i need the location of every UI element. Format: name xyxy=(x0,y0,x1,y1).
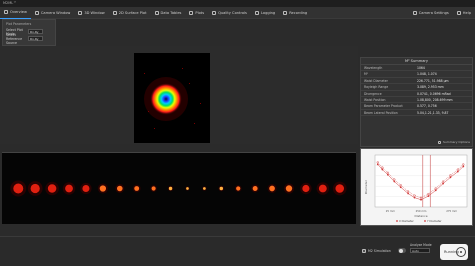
analyze-mode: Analyze Mode Auto xyxy=(410,243,432,253)
beam-camera-view xyxy=(134,53,210,143)
x-diameter-point xyxy=(442,182,444,185)
record-icon xyxy=(283,10,288,15)
logging-icon xyxy=(254,10,259,15)
simulation-icon xyxy=(362,249,366,253)
strip-spot xyxy=(99,185,107,192)
x-diameter-point xyxy=(381,168,384,171)
strip-spot xyxy=(302,184,310,193)
running-button[interactable]: Running xyxy=(440,244,468,260)
x-diameter-point xyxy=(413,196,416,199)
strip-spot xyxy=(318,184,327,193)
x-diameter-point xyxy=(449,176,452,179)
tab-logging[interactable]: Logging xyxy=(251,7,279,19)
cube-icon xyxy=(78,10,83,15)
summary-options-button[interactable]: Summary Options xyxy=(437,140,470,144)
strip-spot xyxy=(13,183,24,194)
camera-settings-button[interactable]: Camera Settings xyxy=(409,7,453,19)
plot-legend: X Diameter Y Diameter xyxy=(396,219,442,223)
x-tick-label: 25 mm xyxy=(386,209,396,213)
m2-simulation-toggle[interactable] xyxy=(398,248,406,253)
strip-spot xyxy=(219,186,224,191)
analyze-mode-select[interactable]: Auto xyxy=(410,248,430,253)
plot-xlabel: Distance xyxy=(414,214,427,218)
x-diameter-point xyxy=(462,165,465,168)
tab-camera-window[interactable]: Camera Window xyxy=(31,7,74,19)
m2-plot: Diameter Distance 25 mm 250 mm 275 mm X Di… xyxy=(364,154,468,223)
strip-spot xyxy=(186,187,189,190)
strip-spot xyxy=(236,186,241,191)
m2-simulation-control[interactable]: M2 Simulation xyxy=(362,249,391,253)
surface-plot-icon xyxy=(112,10,117,15)
x-diameter-point xyxy=(386,173,389,176)
plot-icon xyxy=(189,10,194,15)
tab-quality-controls[interactable]: Quality Controls xyxy=(208,7,251,19)
strip-spot xyxy=(202,187,206,190)
strip-spot xyxy=(252,186,258,191)
camera-icon xyxy=(34,10,39,15)
legend-swatch xyxy=(424,220,426,222)
beam-caustic-strip xyxy=(2,152,356,224)
help-icon xyxy=(456,10,461,15)
strip-spot xyxy=(47,184,57,193)
x-diameter-point xyxy=(456,170,459,173)
reference-source-label: Select Reference Source xyxy=(6,32,23,45)
reference-source-row: Select Reference Source Rx,Ry xyxy=(3,32,55,45)
legend-label: Y Diameter xyxy=(427,219,442,223)
strip-spot xyxy=(116,185,123,192)
x-diameter-point xyxy=(399,186,402,189)
strip-spot xyxy=(269,185,275,192)
strip-spot xyxy=(30,183,40,194)
quality-icon xyxy=(212,10,217,15)
x-diameter-point xyxy=(427,195,430,197)
strip-spot xyxy=(82,184,90,193)
strip-spot xyxy=(335,184,345,193)
tab-2d-surface-plot[interactable]: 2D Surface Plot xyxy=(109,7,151,19)
main-toolbar: Overview Camera Window 3D Window 2D Surf… xyxy=(0,7,475,19)
strip-spot xyxy=(168,186,173,191)
strip-spot xyxy=(65,184,73,193)
help-button[interactable]: Help xyxy=(453,7,475,19)
m2-summary-panel: M² Summary Wavelength 1064 M² 1.048, 1.074… xyxy=(360,57,473,147)
m2-plot-panel: Diameter Distance 25 mm 250 mm 275 mm X Di… xyxy=(360,148,473,226)
summary-title: M² Summary xyxy=(361,58,472,65)
legend-swatch xyxy=(396,220,398,222)
strip-spots xyxy=(10,180,347,197)
options-icon xyxy=(437,140,441,144)
overview-icon xyxy=(4,10,8,14)
run-stop-icon xyxy=(456,247,466,257)
window-title: M2ML™ xyxy=(3,1,17,5)
analyze-mode-label: Analyze Mode xyxy=(410,243,432,247)
legend-label: X Diameter xyxy=(399,219,415,223)
summary-row: Beam Lateral Position 5.04,1.21,1.33, 9.8… xyxy=(361,110,472,117)
x-tick-label: 250 mm xyxy=(416,209,427,213)
beam-spot xyxy=(150,83,182,115)
tab-overview[interactable]: Overview xyxy=(0,7,31,19)
x-diameter-point xyxy=(420,198,422,201)
tab-3d-window[interactable]: 3D Window xyxy=(74,7,108,19)
x-diameter-point xyxy=(376,163,379,166)
x-diameter-point xyxy=(393,180,396,183)
tab-plots[interactable]: Plots xyxy=(185,7,208,19)
table-icon xyxy=(154,10,159,15)
strip-spot xyxy=(134,186,140,191)
strip-spot xyxy=(285,185,293,192)
plot-mode-select[interactable]: Rx,Ry xyxy=(28,29,43,34)
tab-data-tables[interactable]: Data Tables xyxy=(151,7,186,19)
plot-xticks: 25 mm 250 mm 275 mm xyxy=(386,209,458,213)
x-tick-label: 275 mm xyxy=(446,209,457,213)
plot-parameters-panel: Plot Parameters Select Plot Mode Rx,Ry S… xyxy=(2,19,56,46)
tab-recording[interactable]: Recording xyxy=(279,7,311,19)
app-window: M2ML™ Overview Camera Window 3D Window 2… xyxy=(0,0,475,266)
plot-ylabel: Diameter xyxy=(364,179,368,194)
reference-source-select[interactable]: Rx,Ry xyxy=(28,36,43,41)
strip-spot xyxy=(151,186,156,191)
x-diameter-point xyxy=(407,192,410,195)
gear-icon xyxy=(412,10,417,15)
x-diameter-point xyxy=(434,189,437,192)
